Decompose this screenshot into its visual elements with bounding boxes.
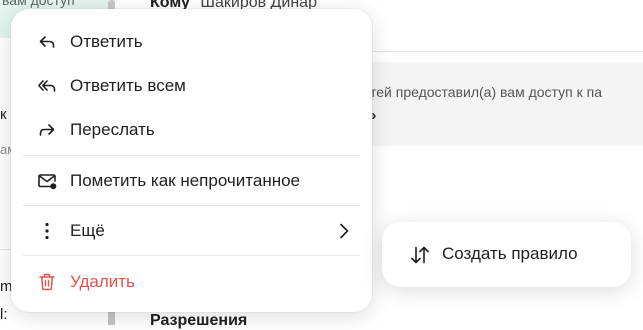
menu-item-label: Ещё [70, 221, 105, 240]
message-snippet-fragment: к [0, 106, 7, 123]
sort-arrows-icon [411, 246, 429, 264]
message-snippet-fragment: l: [0, 306, 8, 323]
menu-item-label: Переслать [70, 120, 155, 139]
chevron-right-icon [340, 223, 349, 239]
menu-separator [23, 255, 360, 256]
create-rule-button[interactable]: Создать правило [382, 222, 631, 287]
menu-item-label: Удалить [70, 272, 135, 291]
menu-item-label: Ответить [70, 32, 143, 51]
message-context-menu: Ответить Ответить всем Переслать Пометит… [11, 9, 372, 312]
menu-item-mark-unread[interactable]: Пометить как непрочитанное [11, 160, 372, 202]
menu-item-label: Пометить как непрочитанное [70, 171, 300, 190]
reply-all-icon [38, 80, 56, 92]
forward-icon [39, 124, 55, 136]
permissions-heading: Разрешения [150, 312, 248, 329]
menu-separator [23, 155, 360, 156]
menu-item-delete[interactable]: Удалить [11, 261, 372, 303]
selected-message-snippet: вам доступ [2, 0, 75, 8]
trash-icon [39, 273, 55, 291]
reply-icon [39, 36, 55, 48]
menu-item-reply-all[interactable]: Ответить всем [11, 65, 372, 107]
menu-item-label: Ответить всем [70, 76, 186, 95]
share-notice-text: тей предоставил(а) вам доступ к па [370, 84, 602, 100]
more-vertical-icon [45, 222, 49, 240]
menu-item-reply[interactable]: Ответить [11, 21, 372, 63]
scrollbar-end [108, 312, 115, 325]
menu-separator [23, 205, 360, 206]
menu-item-more[interactable]: Ещё [11, 210, 372, 252]
menu-item-forward[interactable]: Переслать [11, 109, 372, 151]
create-rule-label: Создать правило [442, 244, 578, 263]
mail-unread-icon [38, 174, 57, 190]
